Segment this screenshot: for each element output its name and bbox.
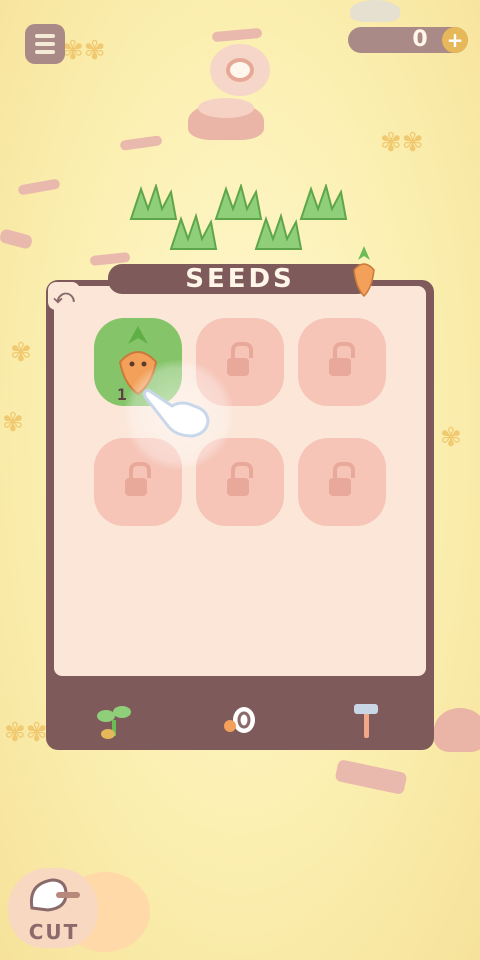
grass-tuft-6: ✾ bbox=[2, 408, 24, 438]
cut-label: CUT bbox=[28, 920, 80, 944]
egg-stump-ring bbox=[226, 58, 254, 82]
sprout-icon bbox=[97, 706, 131, 739]
stick-3 bbox=[0, 228, 34, 250]
hammer-icon bbox=[354, 704, 378, 738]
tab-seeds[interactable] bbox=[54, 690, 174, 750]
stick-4 bbox=[211, 27, 263, 43]
menu-line-2 bbox=[35, 42, 55, 46]
stick-2 bbox=[17, 178, 61, 196]
menu-line-1 bbox=[35, 34, 55, 38]
coin-count: 0 bbox=[412, 27, 428, 52]
stick-1 bbox=[119, 135, 163, 151]
carrot-banner-icon bbox=[350, 244, 378, 300]
menu-button[interactable] bbox=[25, 24, 65, 64]
stick-5 bbox=[334, 758, 408, 796]
seed-slot-locked-3 bbox=[298, 318, 386, 406]
rock-top bbox=[350, 0, 400, 22]
back-button[interactable]: ⤺ bbox=[48, 282, 80, 310]
plant-row bbox=[126, 182, 356, 254]
tree-stump-right bbox=[434, 708, 480, 752]
egg-icon bbox=[224, 707, 255, 733]
tab-items[interactable] bbox=[180, 690, 300, 750]
grass-tuft-2: ✾✾ bbox=[380, 128, 424, 158]
lock-icon bbox=[329, 462, 417, 496]
grass-tuft-1: ✾✾ bbox=[62, 36, 106, 66]
tree-stump-top-ring bbox=[198, 98, 254, 118]
pointing-hand-icon bbox=[142, 380, 214, 440]
grass-tuft-5: ✾✾ bbox=[4, 718, 48, 748]
lock-icon bbox=[329, 342, 417, 376]
menu-line-3 bbox=[35, 50, 55, 54]
tab-tools[interactable] bbox=[306, 690, 426, 750]
seed-slot-locked-6 bbox=[298, 438, 386, 526]
add-coins-button[interactable]: + bbox=[442, 27, 468, 53]
grass-tuft-4: ✾ bbox=[440, 423, 462, 453]
panel-title: SEEDS bbox=[185, 264, 295, 294]
axe-icon bbox=[26, 874, 82, 918]
grass-tuft-3: ✾ bbox=[10, 338, 32, 368]
grass-plants-icon bbox=[129, 182, 348, 250]
